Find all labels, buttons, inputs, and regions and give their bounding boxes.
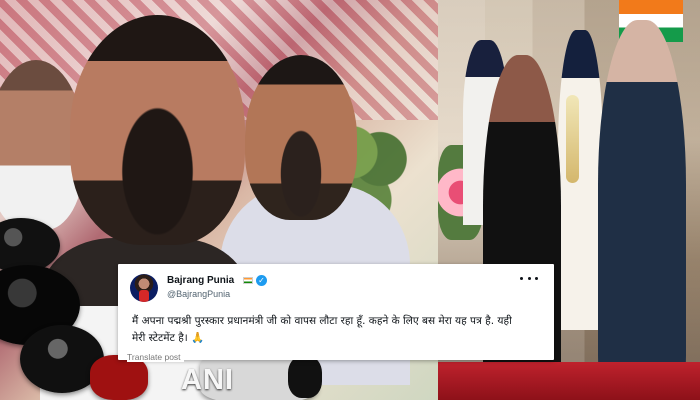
more-options-icon[interactable]	[520, 273, 538, 283]
dot-icon	[527, 276, 531, 280]
avatar[interactable]	[130, 274, 158, 302]
dot-icon	[520, 276, 523, 280]
india-flag-icon	[243, 277, 253, 284]
news-collage: ANI Bajrang Punia ✓ @BajrangPunia मैं अप…	[0, 0, 700, 400]
award-scroll	[566, 95, 579, 183]
verified-badge-icon: ✓	[256, 275, 267, 286]
ani-logo-text: ANI	[181, 363, 234, 396]
speaker-face	[70, 15, 245, 245]
dot-icon	[535, 276, 538, 280]
tweet-display-name[interactable]: Bajrang Punia	[167, 275, 234, 287]
presenting-official	[598, 20, 686, 385]
tweet-handle[interactable]: @BajrangPunia	[167, 289, 230, 300]
tweet-card[interactable]: Bajrang Punia ✓ @BajrangPunia मैं अपना प…	[118, 264, 554, 362]
bystander-face	[245, 55, 357, 220]
ceremonial-guard	[558, 30, 603, 330]
red-carpet	[438, 362, 700, 400]
tweet-text: मैं अपना पद्मश्री पुरस्कार प्रधानमंत्री …	[132, 315, 512, 344]
translate-post-link[interactable]: Translate post	[127, 352, 184, 362]
